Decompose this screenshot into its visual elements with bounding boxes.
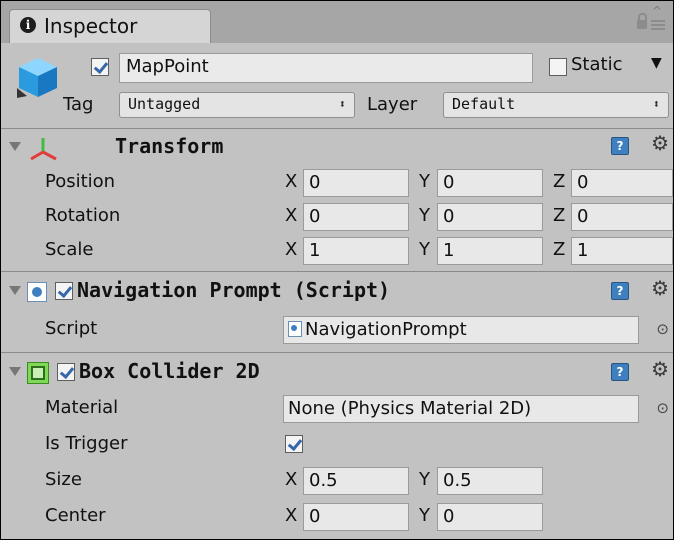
layer-label: Layer — [367, 94, 418, 115]
rotation-z-field[interactable]: 0 — [571, 203, 673, 231]
axis-y-label: Y — [419, 239, 430, 260]
center-x-field[interactable]: 0 — [303, 503, 409, 531]
foldout-arrow-icon[interactable] — [9, 142, 21, 151]
script-file-icon — [27, 282, 47, 302]
object-picker-icon[interactable]: ⊙ — [656, 399, 669, 417]
script-label: Script — [45, 318, 98, 339]
maximize-icon[interactable]: ^ — [652, 4, 662, 18]
material-object-field[interactable]: None (Physics Material 2D) — [283, 395, 639, 423]
tab-bar: i Inspector ^ — [1, 1, 673, 44]
scale-x-field[interactable]: 1 — [303, 237, 409, 265]
box-collider-icon — [27, 362, 49, 384]
gameobject-cube-icon — [17, 58, 57, 98]
position-z-field[interactable]: 0 — [571, 169, 673, 197]
script-value: NavigationPrompt — [305, 319, 467, 340]
menu-icon[interactable] — [651, 18, 665, 30]
info-icon: i — [20, 17, 36, 33]
position-x-field[interactable]: 0 — [303, 169, 409, 197]
gameobject-header: MapPoint Static ▼ Tag Untagged ⬍ Layer D… — [1, 43, 673, 129]
axis-y-label: Y — [419, 205, 430, 226]
axis-y-label: Y — [419, 469, 430, 490]
inspector-window: i Inspector ^ MapPoint Static ▼ Tag Unta… — [0, 0, 674, 540]
axis-x-label: X — [285, 505, 298, 526]
box-collider-header[interactable]: Box Collider 2D ? ⚙ — [1, 353, 673, 391]
rotation-y-field[interactable]: 0 — [437, 203, 543, 231]
axis-z-label: Z — [553, 205, 566, 226]
script-component: Navigation Prompt (Script) ? ⚙ Script Na… — [1, 272, 673, 353]
rotation-x-field[interactable]: 0 — [303, 203, 409, 231]
axis-x-label: X — [285, 469, 298, 490]
layer-value: Default — [452, 95, 516, 113]
help-icon[interactable]: ? — [611, 363, 629, 381]
size-x-field[interactable]: 0.5 — [303, 467, 409, 495]
axis-x-label: X — [285, 239, 298, 260]
tab-inspector[interactable]: i Inspector — [9, 9, 211, 44]
static-checkbox[interactable] — [549, 58, 567, 76]
gear-icon[interactable]: ⚙ — [651, 276, 669, 300]
axis-x-label: X — [285, 171, 298, 192]
help-icon[interactable]: ? — [611, 282, 629, 300]
object-picker-icon[interactable]: ⊙ — [656, 320, 669, 338]
scale-z-field[interactable]: 1 — [571, 237, 673, 265]
script-file-icon — [288, 321, 302, 337]
transform-component: Transform ? ⚙ Position X 0 Y 0 Z 0 Rotat… — [1, 129, 673, 272]
layer-dropdown[interactable]: Default ⬍ — [443, 92, 669, 118]
tab-controls: ^ — [635, 4, 665, 38]
axis-y-label: Y — [419, 505, 430, 526]
static-dropdown-arrow-icon[interactable]: ▼ — [651, 55, 662, 71]
foldout-arrow-icon[interactable] — [9, 286, 21, 295]
scale-label: Scale — [45, 239, 94, 260]
transform-axes-icon — [30, 138, 57, 161]
active-checkbox[interactable] — [91, 58, 109, 76]
updown-arrows-icon: ⬍ — [338, 97, 346, 111]
tag-dropdown[interactable]: Untagged ⬍ — [119, 92, 355, 118]
collider-enabled-checkbox[interactable] — [57, 363, 75, 381]
updown-arrows-icon: ⬍ — [652, 97, 660, 111]
axis-y-label: Y — [419, 171, 430, 192]
tag-value: Untagged — [128, 95, 201, 113]
size-label: Size — [45, 469, 82, 490]
material-label: Material — [45, 397, 119, 418]
script-title: Navigation Prompt (Script) — [77, 278, 391, 302]
scale-y-field[interactable]: 1 — [437, 237, 543, 265]
position-y-field[interactable]: 0 — [437, 169, 543, 197]
axis-z-label: Z — [553, 171, 566, 192]
transform-header[interactable]: Transform ? ⚙ — [1, 129, 673, 167]
center-y-field[interactable]: 0 — [437, 503, 543, 531]
tag-label: Tag — [63, 94, 94, 115]
center-label: Center — [45, 505, 106, 526]
gear-icon[interactable]: ⚙ — [651, 357, 669, 381]
script-header[interactable]: Navigation Prompt (Script) ? ⚙ — [1, 272, 673, 310]
rotation-label: Rotation — [45, 205, 121, 226]
is-trigger-label: Is Trigger — [45, 433, 128, 454]
script-enabled-checkbox[interactable] — [55, 282, 73, 300]
foldout-arrow-icon[interactable] — [9, 367, 21, 376]
tab-label: Inspector — [44, 14, 138, 38]
axis-z-label: Z — [553, 239, 566, 260]
lock-icon[interactable] — [637, 13, 647, 29]
object-name-input[interactable]: MapPoint — [119, 53, 533, 83]
transform-title: Transform — [115, 134, 224, 158]
is-trigger-checkbox[interactable] — [285, 435, 303, 453]
box-collider-title: Box Collider 2D — [79, 359, 260, 383]
size-y-field[interactable]: 0.5 — [437, 467, 543, 495]
script-object-field[interactable]: NavigationPrompt — [283, 316, 639, 344]
gear-icon[interactable]: ⚙ — [651, 131, 669, 155]
axis-x-label: X — [285, 205, 298, 226]
static-label: Static — [571, 54, 623, 75]
help-icon[interactable]: ? — [611, 137, 629, 155]
box-collider-2d-component: Box Collider 2D ? ⚙ Material None (Physi… — [1, 353, 673, 539]
position-label: Position — [45, 171, 116, 192]
